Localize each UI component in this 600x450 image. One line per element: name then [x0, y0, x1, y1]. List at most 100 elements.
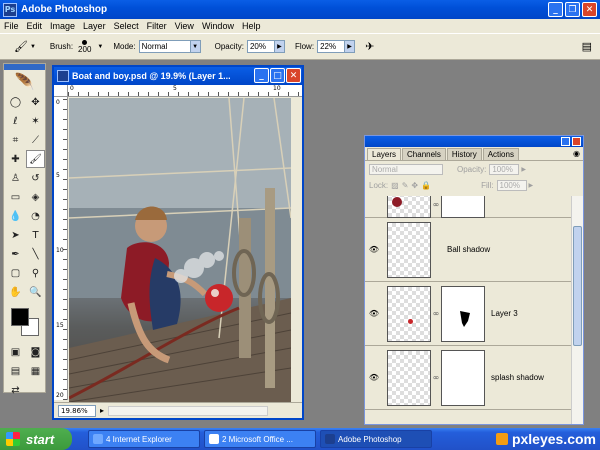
palette-close-button[interactable] — [572, 137, 581, 146]
restore-button[interactable]: ❐ — [565, 2, 580, 17]
doc-maximize-button[interactable]: □ — [270, 68, 285, 83]
layer-opacity-input[interactable]: 100% — [489, 163, 520, 175]
layer-row[interactable]: 👁 ∞ Layer 3 — [365, 282, 573, 346]
palette-menu-icon[interactable]: ◉ — [573, 149, 580, 158]
link-icon[interactable]: ∞ — [431, 373, 441, 382]
menu-select[interactable]: Select — [110, 21, 143, 31]
crop-tool-icon[interactable]: ⌗ — [6, 131, 25, 149]
taskbar-item-internet-explorer[interactable]: 4 Internet Explorer — [88, 430, 200, 448]
minimize-button[interactable]: _ — [548, 2, 563, 17]
menu-view[interactable]: View — [171, 21, 198, 31]
fill-arrow-icon[interactable]: ▶ — [529, 182, 534, 189]
path-select-tool-icon[interactable]: ➤ — [6, 226, 25, 244]
foreground-color-swatch[interactable] — [11, 308, 29, 326]
fill-input[interactable]: 100% — [496, 179, 527, 191]
horizontal-scrollbar[interactable] — [108, 405, 269, 416]
horizontal-ruler[interactable]: 0 5 10 — [68, 85, 302, 97]
visibility-eye-icon[interactable]: 👁 — [365, 245, 383, 254]
image-canvas[interactable] — [69, 98, 291, 404]
doc-close-button[interactable]: ✕ — [286, 68, 301, 83]
eyedropper-tool-icon[interactable]: ⚲ — [26, 264, 45, 282]
doc-minimize-button[interactable]: _ — [254, 68, 269, 83]
mode-dropdown-icon[interactable]: ▼ — [190, 40, 201, 53]
eraser-tool-icon[interactable]: ▭ — [6, 188, 25, 206]
full-screen-mode-icon[interactable]: ▦ — [26, 362, 45, 380]
quick-mask-icon[interactable]: ◙ — [26, 343, 45, 361]
palette-minimize-button[interactable] — [561, 137, 570, 146]
zoom-tool-icon[interactable]: 🔍 — [26, 283, 45, 301]
tab-channels[interactable]: Channels — [402, 148, 446, 160]
tab-layers[interactable]: Layers — [367, 148, 402, 160]
airbrush-icon[interactable]: ✈ — [365, 40, 374, 53]
menu-help[interactable]: Help — [238, 21, 265, 31]
tab-history[interactable]: History — [446, 148, 482, 160]
line-tool-icon[interactable]: ╲ — [26, 245, 45, 263]
tool-preset-arrow-icon[interactable]: ▼ — [30, 44, 36, 50]
marquee-tool-icon[interactable]: ◯ — [6, 93, 25, 111]
clone-stamp-tool-icon[interactable]: ♙ — [6, 169, 25, 187]
lasso-tool-icon[interactable]: ℓ — [6, 112, 25, 130]
lock-all-icon[interactable]: 🔒 — [421, 181, 431, 190]
taskbar-item-photoshop[interactable]: Adobe Photoshop — [320, 430, 432, 448]
dodge-tool-icon[interactable]: ◔ — [26, 207, 45, 225]
vertical-ruler[interactable]: 0 5 10 15 20 — [54, 97, 68, 400]
menu-filter[interactable]: Filter — [143, 21, 171, 31]
move-tool-icon[interactable]: ✥ — [26, 93, 45, 111]
pxleyes-logo-icon — [495, 433, 508, 445]
flow-input[interactable]: 22% — [317, 40, 346, 53]
opacity-arrow-icon[interactable]: ▶ — [274, 40, 285, 53]
layers-palette-title-bar[interactable] — [365, 136, 583, 147]
menu-edit[interactable]: Edit — [23, 21, 47, 31]
blend-mode-select[interactable]: Normal — [369, 163, 443, 175]
menu-window[interactable]: Window — [198, 21, 238, 31]
layer-row[interactable]: 👁 Ball shadow — [365, 218, 573, 282]
opacity-input[interactable]: 20% — [246, 40, 275, 53]
slice-tool-icon[interactable]: ⟋ — [26, 131, 45, 149]
flow-arrow-icon[interactable]: ▶ — [345, 40, 356, 53]
toolbox: 🪶 ◯ ✥ ℓ ✶ ⌗ ⟋ ✚ 🖌 ♙ ↺ ▭ ◈ 💧 ◔ ➤ T ✒ ╲ ▢ … — [3, 63, 46, 396]
standard-mode-icon[interactable]: ▣ — [6, 343, 25, 361]
ruler-left-label: 10 — [56, 247, 64, 254]
visibility-eye-icon[interactable]: 👁 — [365, 309, 383, 318]
brush-tool-icon[interactable]: 🖌 — [26, 150, 45, 168]
jump-to-imageready-icon[interactable]: ⇄ — [6, 381, 25, 399]
status-info-icon[interactable]: ▸ — [100, 406, 104, 415]
palette-well-icon[interactable]: ▤ — [582, 40, 592, 53]
start-button[interactable]: start — [0, 428, 72, 450]
brush-picker[interactable]: 200 — [78, 39, 91, 54]
layer-row[interactable]: ∞ — [365, 196, 573, 218]
adobe-feather-icon[interactable]: 🪶 — [4, 70, 45, 92]
paint-bucket-tool-icon[interactable]: ◈ — [26, 188, 45, 206]
lock-pixels-icon[interactable]: ✎ — [402, 181, 409, 190]
screen-mode-icon[interactable]: ▤ — [6, 362, 25, 380]
blur-tool-icon[interactable]: 💧 — [6, 207, 25, 225]
layer-row[interactable]: 👁 ∞ splash shadow — [365, 346, 573, 410]
document-title-bar[interactable]: Boat and boy.psd @ 19.9% (Layer 1... _ □… — [54, 67, 302, 85]
hand-tool-icon[interactable]: ✋ — [6, 283, 25, 301]
brush-tool-icon[interactable]: 🖌 — [14, 40, 28, 53]
notes-tool-icon[interactable]: ▢ — [6, 264, 25, 282]
visibility-eye-icon[interactable]: 👁 — [365, 373, 383, 382]
magic-wand-tool-icon[interactable]: ✶ — [26, 112, 45, 130]
history-brush-tool-icon[interactable]: ↺ — [26, 169, 45, 187]
zoom-level-field[interactable]: 19.86% — [58, 404, 96, 417]
menu-file[interactable]: File — [0, 21, 23, 31]
lock-position-icon[interactable]: ✥ — [411, 181, 418, 190]
menu-image[interactable]: Image — [46, 21, 79, 31]
link-icon[interactable]: ∞ — [431, 200, 441, 209]
layers-scrollbar-thumb[interactable] — [573, 226, 582, 346]
menu-layer[interactable]: Layer — [79, 21, 110, 31]
type-tool-icon[interactable]: T — [26, 226, 45, 244]
layers-scrollbar[interactable] — [571, 196, 583, 424]
healing-brush-tool-icon[interactable]: ✚ — [6, 150, 25, 168]
ruler-origin[interactable] — [54, 85, 68, 97]
mode-select[interactable]: Normal — [138, 40, 191, 53]
taskbar-item-microsoft-office[interactable]: 2 Microsoft Office ... — [204, 430, 316, 448]
lock-transparency-icon[interactable]: ▨ — [391, 181, 399, 190]
close-button[interactable]: ✕ — [582, 2, 597, 17]
pen-tool-icon[interactable]: ✒ — [6, 245, 25, 263]
layer-opacity-arrow-icon[interactable]: ▶ — [521, 166, 526, 173]
brush-arrow-icon[interactable]: ▼ — [97, 44, 103, 50]
link-icon[interactable]: ∞ — [431, 309, 441, 318]
tab-actions[interactable]: Actions — [482, 148, 519, 160]
